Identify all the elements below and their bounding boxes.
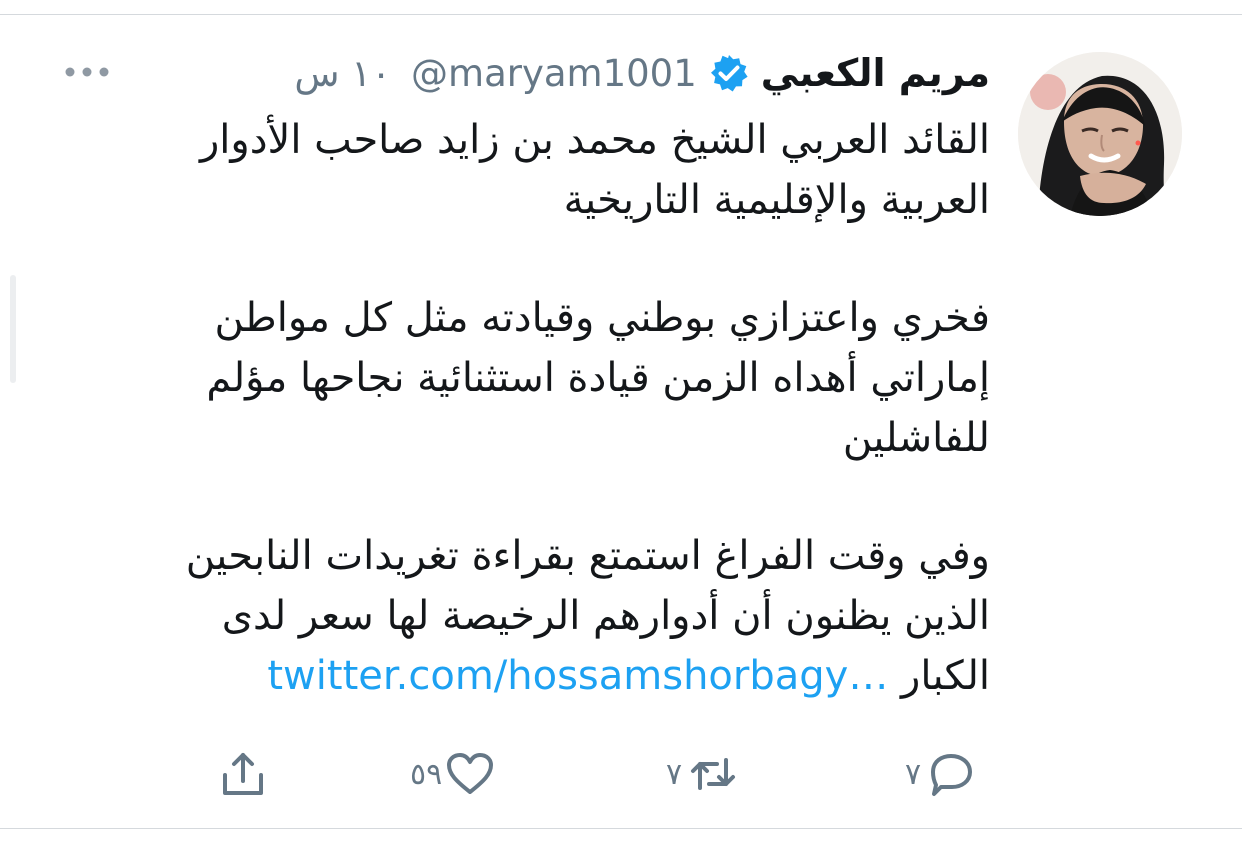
- tweet-link[interactable]: twitter.com/hossamshorbagy…: [267, 653, 888, 699]
- top-divider: [0, 14, 1242, 15]
- heart-icon: [447, 753, 494, 794]
- author-name[interactable]: مريم الكعبي: [761, 51, 990, 95]
- like-icon-wrap: [442, 750, 498, 798]
- author-handle[interactable]: @maryam1001: [411, 52, 697, 95]
- like-button[interactable]: ٥٩: [410, 742, 498, 806]
- share-icon: [223, 753, 263, 795]
- tweet-paragraph-3: وفي وقت الفراغ استمتع بقراءة تغريدات الن…: [70, 526, 990, 706]
- retweet-icon-wrap: [682, 750, 744, 798]
- tweet-line: إماراتي أهداه الزمن قيادة استثنائية نجاح…: [206, 355, 990, 401]
- tweet-line: العربية والإقليمية التاريخية: [563, 177, 990, 223]
- retweet-count: ٧: [666, 756, 683, 792]
- tweet-time[interactable]: ١٠ س: [294, 52, 391, 95]
- bottom-divider: [0, 828, 1242, 829]
- retweet-button[interactable]: ٧: [666, 742, 744, 806]
- avatar[interactable]: [1018, 52, 1182, 216]
- share-icon-wrap: [215, 750, 271, 798]
- tweet-paragraph-2: فخري واعتزازي بوطني وقيادته مثل كل مواطن…: [70, 288, 990, 468]
- tweet-body: القائد العربي الشيخ محمد بن زايد صاحب ال…: [70, 110, 990, 706]
- tweet-header: مريم الكعبي @maryam1001 ١٠ س: [130, 44, 990, 102]
- verified-badge-icon: [710, 55, 748, 92]
- tweet-line-text: الكبار: [901, 653, 990, 699]
- tweet-line: فخري واعتزازي بوطني وقيادته مثل كل مواطن: [214, 295, 990, 341]
- avatar-image: [1018, 52, 1182, 216]
- scroll-indicator[interactable]: [10, 275, 16, 383]
- reply-icon-wrap: [921, 750, 977, 798]
- reply-count: ٧: [905, 756, 922, 792]
- tweet-line: القائد العربي الشيخ محمد بن زايد صاحب ال…: [199, 117, 990, 163]
- share-button[interactable]: [215, 742, 271, 806]
- tweet-last-line: الكبار twitter.com/hossamshorbagy…: [70, 646, 990, 706]
- tweet-actions: ٧ ٧ ٥٩: [0, 742, 1242, 806]
- reply-button[interactable]: ٧: [905, 742, 977, 806]
- tweet-line: الذين يظنون أن أدوارهم الرخيصة لها سعر ل…: [221, 593, 990, 639]
- tweet-line: وفي وقت الفراغ استمتع بقراءة تغريدات الن…: [185, 533, 990, 579]
- tweet-line: للفاشلين: [842, 415, 990, 461]
- more-dots-icon[interactable]: [64, 66, 110, 78]
- tweet-paragraph-1: القائد العربي الشيخ محمد بن زايد صاحب ال…: [70, 110, 990, 230]
- reply-bubble-icon: [931, 754, 973, 796]
- like-count: ٥٩: [410, 756, 443, 792]
- retweet-icon: [691, 758, 736, 790]
